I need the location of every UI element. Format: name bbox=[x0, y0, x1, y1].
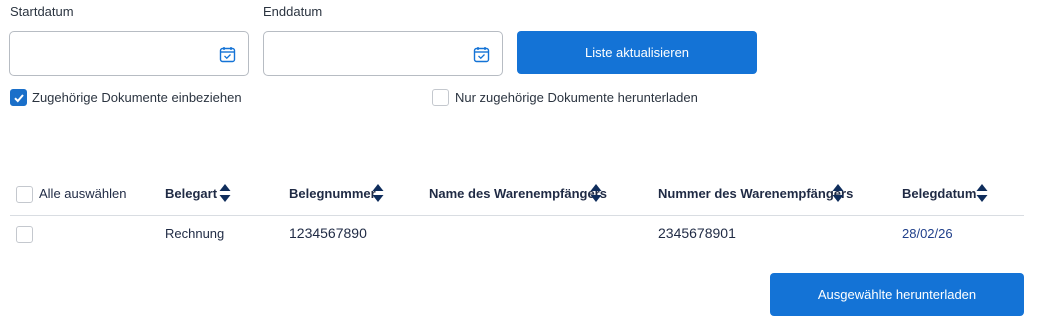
select-all-label: Alle auswählen bbox=[39, 186, 127, 201]
table-header-divider bbox=[10, 215, 1024, 216]
cell-belegart: Rechnung bbox=[165, 226, 225, 241]
end-date-field[interactable] bbox=[263, 31, 503, 76]
calendar-icon[interactable] bbox=[473, 46, 490, 63]
download-selected-button[interactable]: Ausgewählte herunterladen bbox=[770, 273, 1024, 316]
only-related-label: Nur zugehörige Dokumente herunterladen bbox=[455, 90, 698, 105]
column-header-empfaenger-name[interactable]: Name des Warenempfängers bbox=[429, 186, 607, 201]
refresh-list-button[interactable]: Liste aktualisieren bbox=[517, 31, 757, 74]
sort-icon[interactable] bbox=[372, 183, 384, 203]
sort-icon[interactable] bbox=[590, 183, 602, 203]
sort-icon[interactable] bbox=[832, 183, 844, 203]
column-header-empfaenger-nummer[interactable]: Nummer des Warenempfängers bbox=[658, 186, 853, 201]
calendar-icon[interactable] bbox=[219, 46, 236, 63]
include-related-label: Zugehörige Dokumente einbeziehen bbox=[32, 90, 242, 105]
sort-icon[interactable] bbox=[219, 183, 231, 203]
column-header-belegart[interactable]: Belegart bbox=[165, 186, 217, 201]
sort-icon[interactable] bbox=[976, 183, 988, 203]
start-date-field[interactable] bbox=[9, 31, 249, 76]
cell-belegdatum: 28/02/26 bbox=[902, 226, 953, 241]
start-date-input[interactable] bbox=[10, 32, 248, 75]
cell-belegnummer: 1234567890 bbox=[289, 225, 367, 241]
cell-empfaenger-nummer: 2345678901 bbox=[658, 225, 736, 241]
column-header-belegnummer[interactable]: Belegnummer bbox=[289, 186, 376, 201]
end-date-input[interactable] bbox=[264, 32, 502, 75]
only-related-checkbox[interactable] bbox=[432, 89, 449, 106]
column-header-belegdatum[interactable]: Belegdatum bbox=[902, 186, 976, 201]
check-icon bbox=[13, 93, 24, 102]
select-all-checkbox[interactable] bbox=[16, 186, 33, 203]
start-date-label: Startdatum bbox=[10, 4, 74, 19]
include-related-checkbox[interactable] bbox=[10, 89, 27, 106]
end-date-label: Enddatum bbox=[263, 4, 323, 19]
row-checkbox[interactable] bbox=[16, 226, 33, 243]
